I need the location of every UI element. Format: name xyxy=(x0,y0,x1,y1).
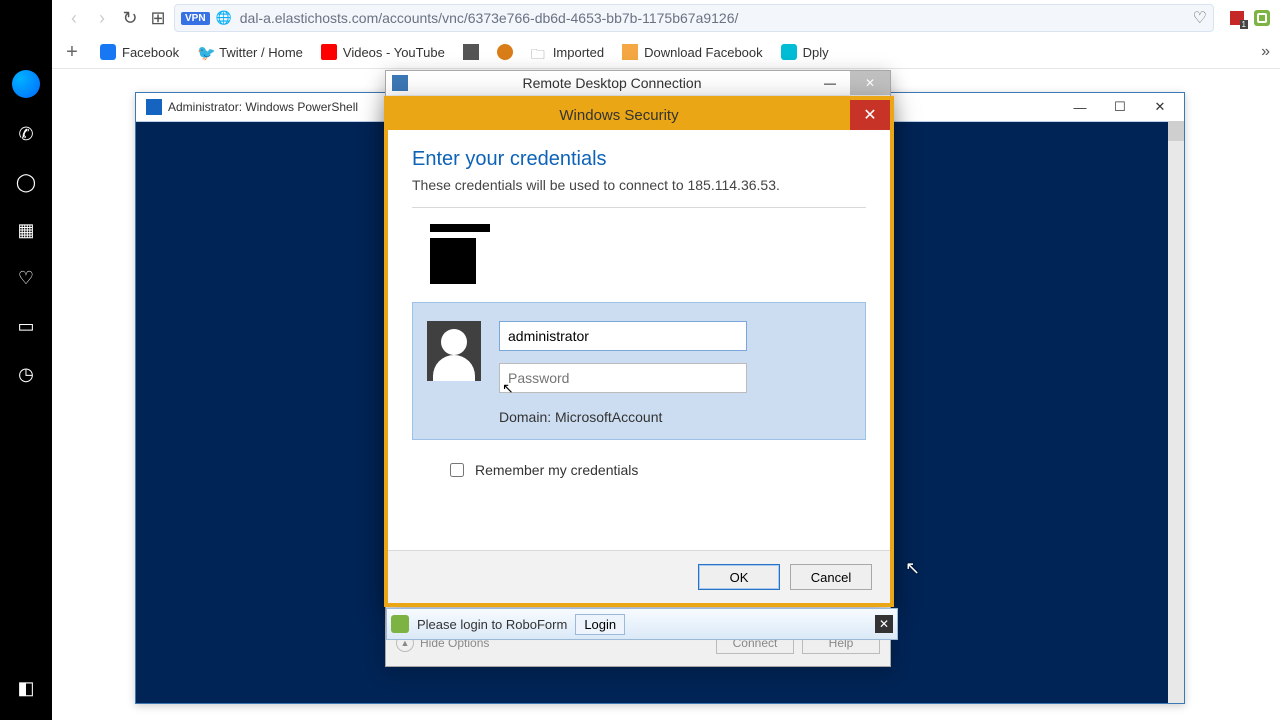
youtube-icon xyxy=(321,44,337,60)
facebook-icon xyxy=(100,44,116,60)
roboform-bar: Please login to RoboForm Login ✕ xyxy=(386,608,898,640)
user-avatar-icon xyxy=(427,321,481,381)
bookmark-heart-icon[interactable]: ♡ xyxy=(1193,8,1207,28)
speed-dial-button[interactable]: ⊞ xyxy=(146,6,170,30)
bookmark-twitter[interactable]: 🐦Twitter / Home xyxy=(197,44,303,60)
app-rail: ✆ ◯ ▦ ♡ ▭ ◷ ◧ xyxy=(0,0,52,720)
bookmark-item[interactable] xyxy=(497,44,513,60)
bookmark-dply[interactable]: Dply xyxy=(781,44,829,60)
site-icon xyxy=(781,44,797,60)
globe-icon: 🌐 xyxy=(216,10,232,26)
credentials-subtext: These credentials will be used to connec… xyxy=(412,177,866,193)
roboform-icon xyxy=(391,615,409,633)
roboform-extension-icon[interactable] xyxy=(1254,10,1270,26)
security-title-text: Windows Security xyxy=(388,107,850,124)
sidebar-toggle-icon[interactable]: ◧ xyxy=(14,676,38,700)
username-input[interactable] xyxy=(499,321,747,351)
security-titlebar[interactable]: Windows Security ✕ xyxy=(388,100,890,130)
whatsapp-icon[interactable]: ✆ xyxy=(14,122,38,146)
bookmark-folder-imported[interactable]: 🗀Imported xyxy=(531,44,604,60)
divider xyxy=(412,207,866,208)
site-icon xyxy=(497,44,513,60)
remember-checkbox-input[interactable] xyxy=(450,463,464,477)
heart-icon[interactable]: ♡ xyxy=(14,266,38,290)
password-input[interactable] xyxy=(499,363,747,393)
ok-button[interactable]: OK xyxy=(698,564,780,590)
twitter-icon: 🐦 xyxy=(197,44,213,60)
bookmark-item[interactable] xyxy=(463,44,479,60)
vpn-badge[interactable]: VPN xyxy=(181,12,210,25)
url-input[interactable] xyxy=(238,9,1181,27)
dialog-button-row: OK Cancel xyxy=(388,550,890,603)
adblock-icon[interactable]: 1 xyxy=(1230,11,1244,25)
reader-icon[interactable]: ▭ xyxy=(14,314,38,338)
prior-account-tile[interactable] xyxy=(412,224,866,294)
bookmarks-overflow-button[interactable]: » xyxy=(1261,43,1270,61)
powershell-icon xyxy=(146,99,162,115)
site-icon xyxy=(463,44,479,60)
cancel-button[interactable]: Cancel xyxy=(790,564,872,590)
bookmarks-bar: + Facebook 🐦Twitter / Home Videos - YouT… xyxy=(52,36,1280,69)
credentials-heading: Enter your credentials xyxy=(412,148,866,171)
site-icon xyxy=(622,44,638,60)
apps-grid-icon[interactable]: ▦ xyxy=(14,218,38,242)
minimize-button[interactable]: — xyxy=(810,71,850,95)
rdc-titlebar[interactable]: Remote Desktop Connection — ✕ xyxy=(386,71,890,95)
bookmark-download-facebook[interactable]: Download Facebook xyxy=(622,44,763,60)
close-button[interactable]: ✕ xyxy=(850,100,890,130)
scrollbar[interactable] xyxy=(1168,121,1184,703)
forward-button[interactable]: › xyxy=(90,6,114,30)
scrollbar-thumb[interactable] xyxy=(1168,121,1184,141)
messenger-icon[interactable] xyxy=(12,70,40,98)
minimize-button[interactable]: — xyxy=(1060,93,1100,121)
add-bookmark-button[interactable]: + xyxy=(62,41,82,64)
remember-credentials-checkbox[interactable]: Remember my credentials xyxy=(446,460,866,480)
history-icon[interactable]: ◷ xyxy=(14,362,38,386)
rdc-title-text: Remote Desktop Connection xyxy=(414,75,810,91)
bookmark-youtube[interactable]: Videos - YouTube xyxy=(321,44,445,60)
rdc-icon xyxy=(392,75,408,91)
browser-toolbar: ‹ › ↻ ⊞ VPN 🌐 ♡ 1 xyxy=(52,0,1280,36)
close-button[interactable]: ✕ xyxy=(1140,93,1180,121)
address-bar[interactable]: VPN 🌐 ♡ xyxy=(174,4,1214,32)
roboform-message: Please login to RoboForm xyxy=(417,617,567,632)
close-icon[interactable]: ✕ xyxy=(875,615,893,633)
back-button[interactable]: ‹ xyxy=(62,6,86,30)
close-button[interactable]: ✕ xyxy=(850,71,890,95)
folder-icon: 🗀 xyxy=(531,44,547,60)
roboform-login-button[interactable]: Login xyxy=(575,614,625,635)
credentials-card: Domain: MicrosoftAccount xyxy=(412,302,866,440)
camera-icon[interactable]: ◯ xyxy=(14,170,38,194)
windows-security-dialog: Windows Security ✕ Enter your credential… xyxy=(384,96,894,607)
bookmark-facebook[interactable]: Facebook xyxy=(100,44,179,60)
domain-label: Domain: MicrosoftAccount xyxy=(499,409,851,425)
reload-button[interactable]: ↻ xyxy=(118,6,142,30)
maximize-button[interactable]: ☐ xyxy=(1100,93,1140,121)
